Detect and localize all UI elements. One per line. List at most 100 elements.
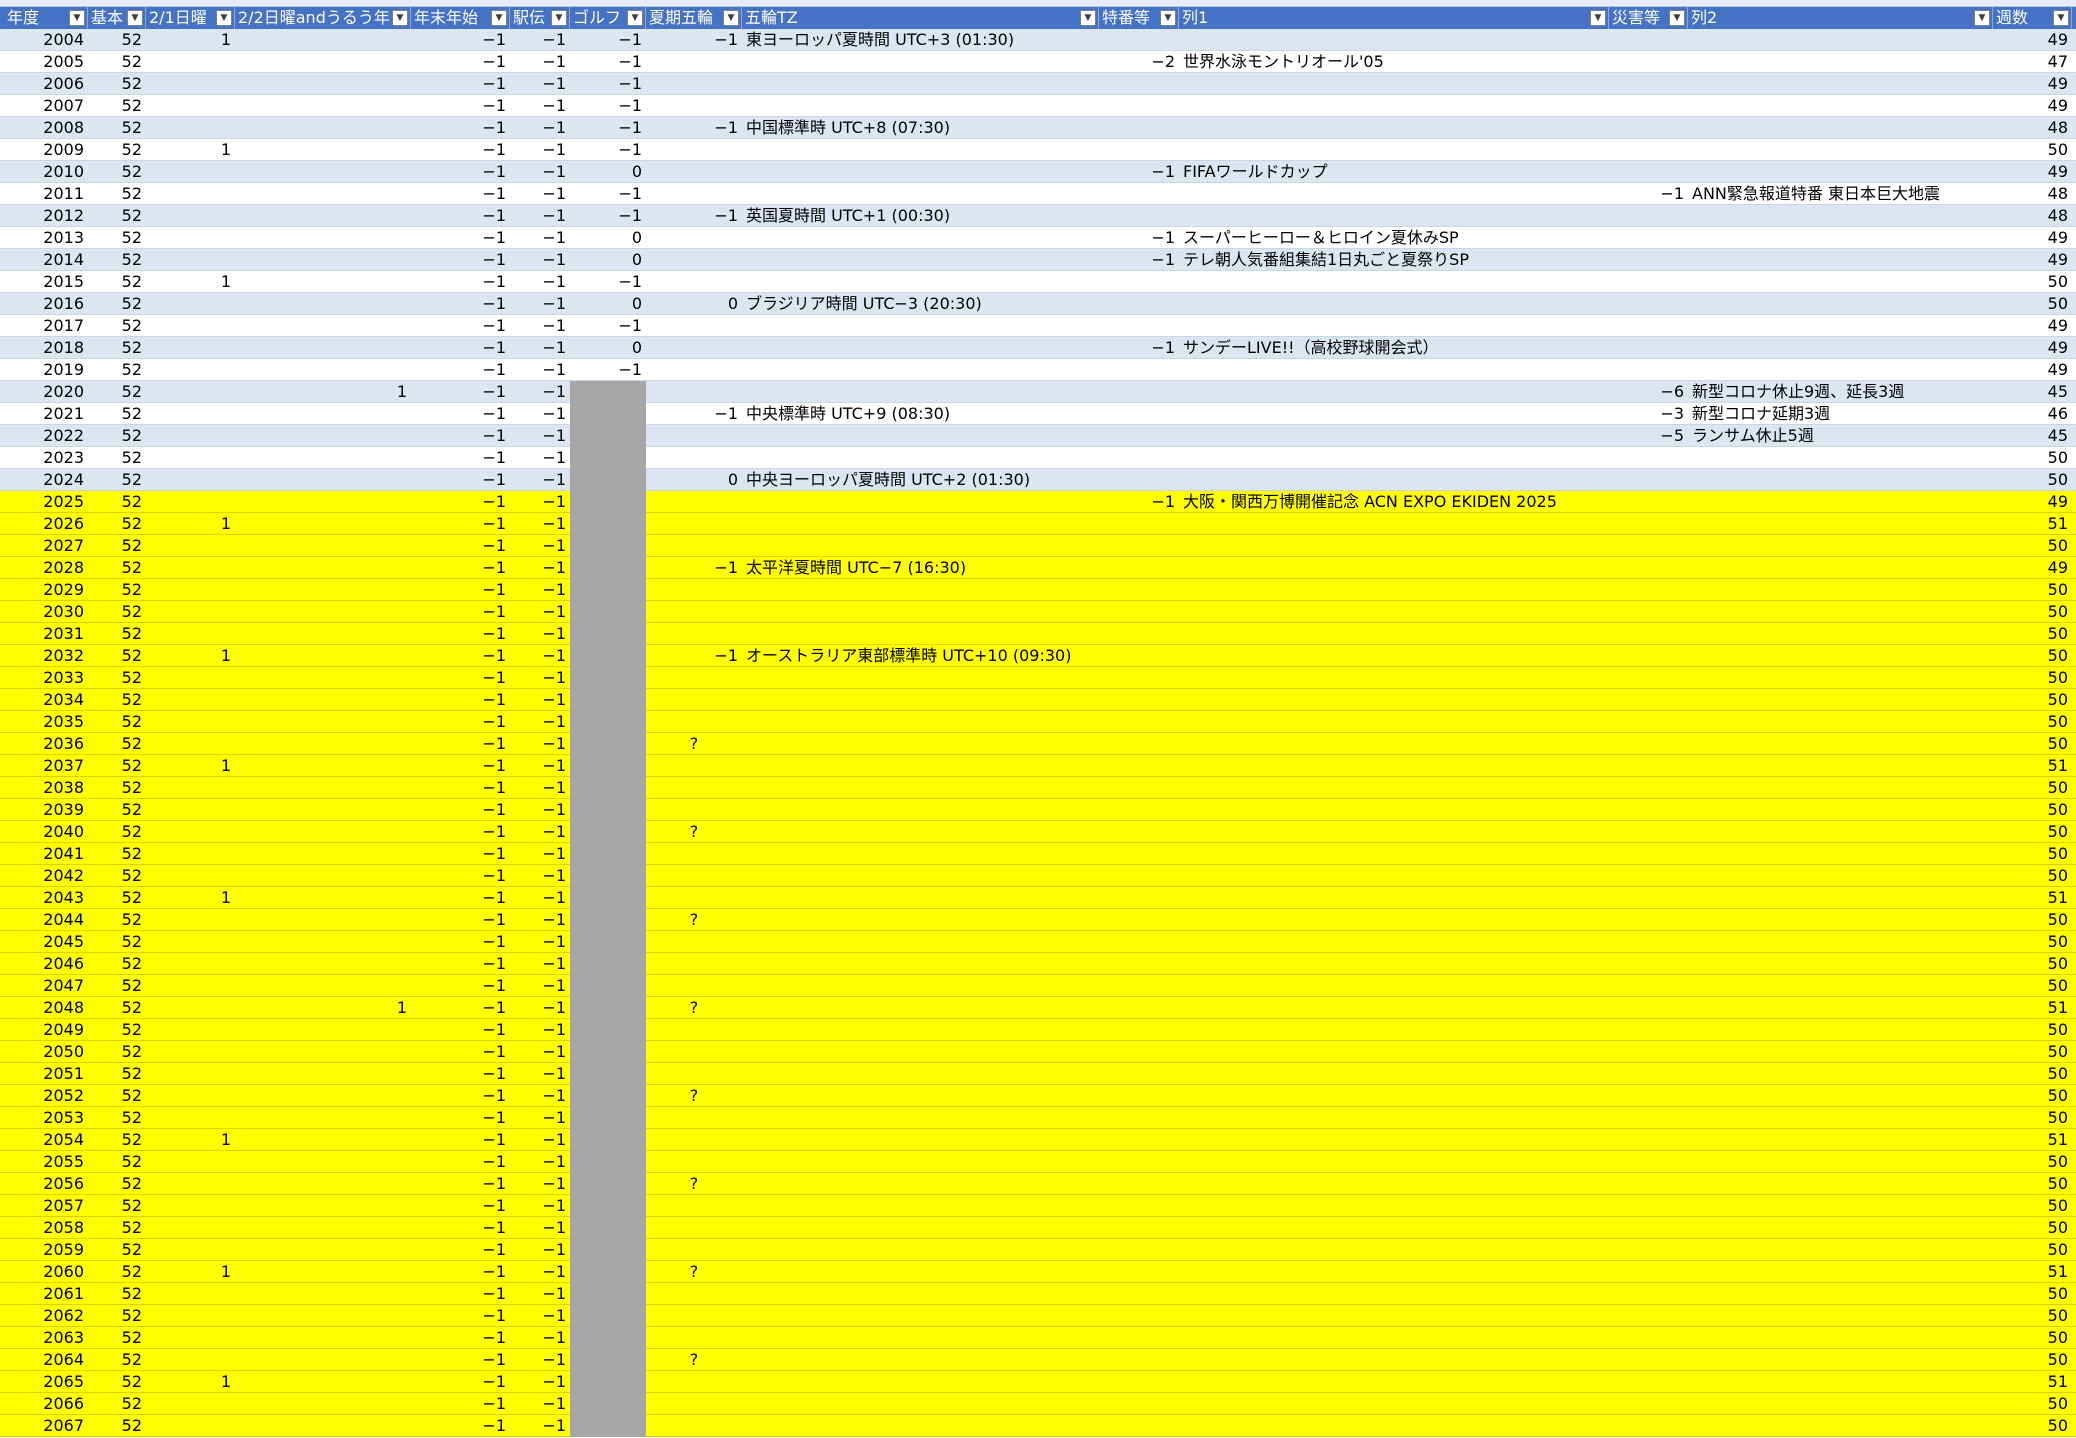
cell-ekiden[interactable]: −1 <box>510 513 570 535</box>
cell-special[interactable] <box>1099 799 1179 821</box>
cell-ekiden[interactable]: −1 <box>510 975 570 997</box>
cell-weeks[interactable]: 50 <box>1993 1195 2072 1217</box>
cell-golf[interactable] <box>570 821 646 843</box>
cell-summer[interactable] <box>646 447 742 469</box>
cell-col1[interactable] <box>1179 359 1609 381</box>
cell-special[interactable] <box>1099 843 1179 865</box>
cell-ekiden[interactable]: −1 <box>510 51 570 73</box>
cell-base[interactable]: 52 <box>88 73 146 95</box>
cell-ekiden[interactable]: −1 <box>510 1327 570 1349</box>
cell-special[interactable] <box>1099 975 1179 997</box>
cell-weeks[interactable]: 49 <box>1993 249 2072 271</box>
cell-tz[interactable] <box>742 1371 1099 1393</box>
cell-base[interactable]: 52 <box>88 205 146 227</box>
cell-col1[interactable] <box>1179 711 1609 733</box>
cell-sun22[interactable] <box>235 843 411 865</box>
cell-weeks[interactable]: 50 <box>1993 601 2072 623</box>
cell-special[interactable] <box>1099 777 1179 799</box>
cell-base[interactable]: 52 <box>88 227 146 249</box>
cell-golf[interactable] <box>570 645 646 667</box>
cell-sun21[interactable]: 1 <box>146 887 235 909</box>
cell-base[interactable]: 52 <box>88 161 146 183</box>
cell-ekiden[interactable]: −1 <box>510 755 570 777</box>
cell-nye[interactable]: −1 <box>411 887 510 909</box>
cell-col1[interactable]: スーパーヒーロー＆ヒロイン夏休みSP <box>1179 227 1609 249</box>
cell-year[interactable]: 2061 <box>4 1283 88 1305</box>
cell-ekiden[interactable]: −1 <box>510 1305 570 1327</box>
cell-col1[interactable] <box>1179 755 1609 777</box>
cell-col1[interactable]: FIFAワールドカップ <box>1179 161 1609 183</box>
cell-col2[interactable] <box>1688 887 1993 909</box>
cell-base[interactable]: 52 <box>88 777 146 799</box>
cell-tz[interactable] <box>742 1261 1099 1283</box>
cell-sun22[interactable] <box>235 1151 411 1173</box>
cell-nye[interactable]: −1 <box>411 161 510 183</box>
cell-disaster[interactable] <box>1609 293 1688 315</box>
cell-nye[interactable]: −1 <box>411 51 510 73</box>
cell-col1[interactable] <box>1179 205 1609 227</box>
cell-ekiden[interactable]: −1 <box>510 931 570 953</box>
cell-ekiden[interactable]: −1 <box>510 843 570 865</box>
cell-disaster[interactable] <box>1609 1195 1688 1217</box>
cell-col2[interactable] <box>1688 1393 1993 1415</box>
cell-year[interactable]: 2056 <box>4 1173 88 1195</box>
cell-disaster[interactable] <box>1609 139 1688 161</box>
cell-special[interactable] <box>1099 1415 1179 1437</box>
cell-special[interactable] <box>1099 1371 1179 1393</box>
cell-nye[interactable]: −1 <box>411 469 510 491</box>
cell-nye[interactable]: −1 <box>411 623 510 645</box>
cell-year[interactable]: 2031 <box>4 623 88 645</box>
cell-base[interactable]: 52 <box>88 975 146 997</box>
cell-tz[interactable] <box>742 623 1099 645</box>
cell-sun22[interactable] <box>235 249 411 271</box>
cell-golf[interactable] <box>570 1195 646 1217</box>
cell-sun21[interactable] <box>146 491 235 513</box>
cell-base[interactable]: 52 <box>88 315 146 337</box>
cell-base[interactable]: 52 <box>88 293 146 315</box>
cell-disaster[interactable] <box>1609 1349 1688 1371</box>
cell-sun22[interactable] <box>235 1129 411 1151</box>
cell-sun22[interactable] <box>235 1173 411 1195</box>
cell-col2[interactable] <box>1688 931 1993 953</box>
cell-summer[interactable] <box>646 887 742 909</box>
cell-nye[interactable]: −1 <box>411 777 510 799</box>
cell-tz[interactable] <box>742 1349 1099 1371</box>
cell-summer[interactable]: ? <box>646 997 742 1019</box>
cell-golf[interactable] <box>570 931 646 953</box>
cell-golf[interactable]: −1 <box>570 183 646 205</box>
cell-sun22[interactable]: 1 <box>235 381 411 403</box>
cell-nye[interactable]: −1 <box>411 425 510 447</box>
cell-summer[interactable] <box>646 271 742 293</box>
cell-tz[interactable]: 中央標準時 UTC+9 (08:30) <box>742 403 1099 425</box>
cell-sun22[interactable] <box>235 425 411 447</box>
cell-disaster[interactable] <box>1609 887 1688 909</box>
cell-col1[interactable]: 大阪・関西万博開催記念 ACN EXPO EKIDEN 2025 <box>1179 491 1609 513</box>
dropdown-arrow-icon[interactable]: ▼ <box>1080 10 1096 26</box>
cell-col2[interactable] <box>1688 1195 1993 1217</box>
cell-sun22[interactable] <box>235 95 411 117</box>
cell-golf[interactable] <box>570 865 646 887</box>
cell-col1[interactable] <box>1179 1151 1609 1173</box>
cell-weeks[interactable]: 50 <box>1993 975 2072 997</box>
cell-summer[interactable] <box>646 1019 742 1041</box>
cell-col1[interactable] <box>1179 931 1609 953</box>
cell-weeks[interactable]: 51 <box>1993 1129 2072 1151</box>
cell-sun21[interactable] <box>146 799 235 821</box>
cell-year[interactable]: 2008 <box>4 117 88 139</box>
cell-nye[interactable]: −1 <box>411 293 510 315</box>
cell-special[interactable] <box>1099 953 1179 975</box>
cell-col2[interactable] <box>1688 1151 1993 1173</box>
cell-col2[interactable] <box>1688 579 1993 601</box>
cell-nye[interactable]: −1 <box>411 1261 510 1283</box>
cell-tz[interactable] <box>742 425 1099 447</box>
cell-base[interactable]: 52 <box>88 51 146 73</box>
cell-sun22[interactable]: 1 <box>235 997 411 1019</box>
cell-ekiden[interactable]: −1 <box>510 95 570 117</box>
cell-base[interactable]: 52 <box>88 1305 146 1327</box>
cell-weeks[interactable]: 51 <box>1993 887 2072 909</box>
cell-special[interactable] <box>1099 1019 1179 1041</box>
cell-tz[interactable] <box>742 359 1099 381</box>
cell-ekiden[interactable]: −1 <box>510 227 570 249</box>
cell-summer[interactable]: ? <box>646 1085 742 1107</box>
dropdown-arrow-icon[interactable]: ▼ <box>1590 10 1606 26</box>
